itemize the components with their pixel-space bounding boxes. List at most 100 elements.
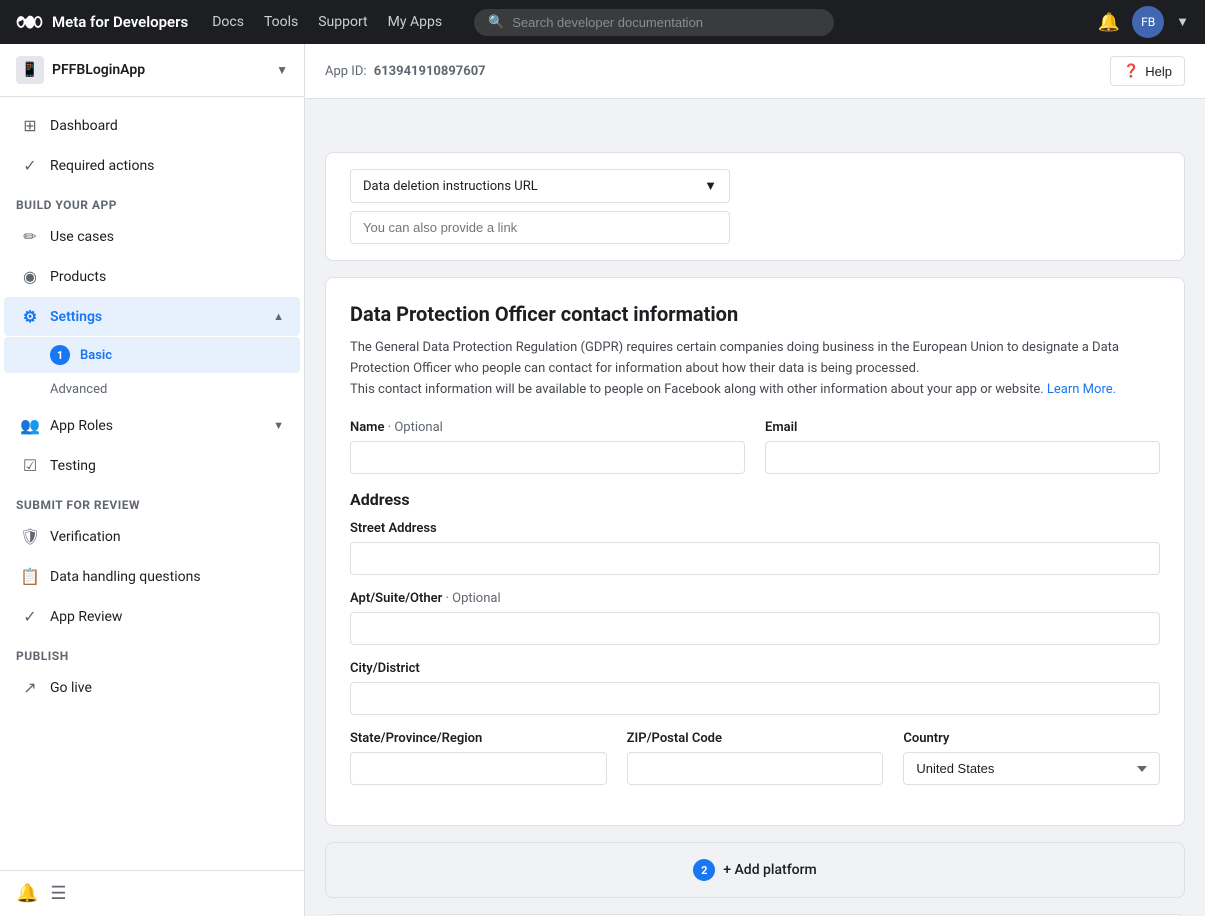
apt-row: Apt/Suite/Other · Optional bbox=[350, 591, 1160, 645]
sidebar-item-label: Data handling questions bbox=[50, 569, 201, 585]
zip-label: ZIP/Postal Code bbox=[627, 731, 884, 746]
state-zip-country-row: State/Province/Region ZIP/Postal Code Co… bbox=[350, 731, 1160, 785]
sidebar-subitem-label: Advanced bbox=[50, 382, 107, 397]
sidebar-item-label: Use cases bbox=[50, 229, 114, 245]
sidebar-item-dashboard[interactable]: ⊞ Dashboard bbox=[4, 106, 300, 145]
country-group: Country United States Canada United King… bbox=[903, 731, 1160, 785]
search-icon: 🔍 bbox=[488, 15, 504, 30]
sidebar-item-app-review[interactable]: ✓ App Review bbox=[4, 597, 300, 636]
pencil-icon: ✏ bbox=[20, 227, 40, 246]
city-label: City/District bbox=[350, 661, 1160, 676]
sidebar-item-app-roles[interactable]: 👥 App Roles ▼ bbox=[4, 406, 300, 445]
sidebar-nav: ⊞ Dashboard ✓ Required actions Build you… bbox=[0, 97, 304, 870]
sidebar-item-testing[interactable]: ☑ Testing bbox=[4, 446, 300, 485]
meta-logo-icon bbox=[16, 14, 44, 30]
chevron-down-icon: ▼ bbox=[273, 419, 284, 432]
email-group: Email bbox=[765, 420, 1160, 474]
sidebar-item-data-handling[interactable]: 📋 Data handling questions bbox=[4, 557, 300, 596]
app-icon: 📱 bbox=[16, 56, 44, 84]
sidebar-subitem-label: Basic bbox=[80, 348, 112, 363]
name-label: Name · Optional bbox=[350, 420, 745, 435]
section-build: Build your app bbox=[0, 186, 304, 216]
link-input[interactable] bbox=[350, 211, 730, 244]
nav-docs[interactable]: Docs bbox=[212, 14, 244, 30]
sidebar-item-label: Products bbox=[50, 269, 106, 285]
checkbox-icon: ☑ bbox=[20, 456, 40, 475]
add-platform-bar[interactable]: 2 + Add platform bbox=[325, 842, 1185, 898]
dpo-title: Data Protection Officer contact informat… bbox=[350, 302, 1160, 326]
nav-tools[interactable]: Tools bbox=[264, 14, 298, 30]
chevron-up-icon: ▲ bbox=[273, 310, 284, 323]
basic-badge: 1 bbox=[50, 345, 70, 365]
dpo-description: The General Data Protection Regulation (… bbox=[350, 338, 1160, 400]
apt-group: Apt/Suite/Other · Optional bbox=[350, 591, 1160, 645]
data-deletion-card: Data deletion instructions URL ▼ bbox=[325, 152, 1185, 261]
data-deletion-dropdown[interactable]: Data deletion instructions URL ▼ bbox=[350, 169, 730, 203]
learn-more-link[interactable]: Learn More. bbox=[1047, 382, 1116, 397]
state-group: State/Province/Region bbox=[350, 731, 607, 785]
clipboard-icon: 📋 bbox=[20, 567, 40, 586]
users-icon: 👥 bbox=[20, 416, 40, 435]
main-content: App ID: 613941910897607 ❓ Help Data dele… bbox=[305, 88, 1205, 916]
country-select[interactable]: United States Canada United Kingdom Aust… bbox=[903, 752, 1160, 785]
list-icon[interactable]: ☰ bbox=[50, 883, 66, 904]
sidebar-item-settings[interactable]: ⚙ Settings ▲ bbox=[4, 297, 300, 336]
app-selector[interactable]: 📱 PFFBLoginApp ▼ bbox=[0, 44, 304, 97]
sidebar-item-basic[interactable]: 1 Basic bbox=[4, 337, 300, 373]
name-input[interactable] bbox=[350, 441, 745, 474]
chevron-down-icon: ▼ bbox=[276, 63, 288, 77]
sidebar-bottom: 🔔 ☰ bbox=[0, 870, 304, 916]
arrow-up-right-icon: ↗ bbox=[20, 678, 40, 697]
sidebar-item-products[interactable]: ◉ Products bbox=[4, 257, 300, 296]
user-name[interactable]: ▼ bbox=[1176, 14, 1189, 30]
shield-icon: 🛡 bbox=[20, 527, 40, 546]
country-label: Country bbox=[903, 731, 1160, 746]
sidebar-item-advanced[interactable]: Advanced bbox=[4, 374, 300, 405]
nav-myapps[interactable]: My Apps bbox=[388, 14, 442, 30]
state-input[interactable] bbox=[350, 752, 607, 785]
sidebar-item-verification[interactable]: 🛡 Verification bbox=[4, 517, 300, 556]
zip-group: ZIP/Postal Code bbox=[627, 731, 884, 785]
sidebar-item-label: Required actions bbox=[50, 158, 154, 174]
state-label: State/Province/Region bbox=[350, 731, 607, 746]
email-label: Email bbox=[765, 420, 1160, 435]
zip-input[interactable] bbox=[627, 752, 884, 785]
logo: Meta for Developers bbox=[16, 13, 188, 31]
checkmark-icon: ✓ bbox=[20, 156, 40, 175]
apt-label: Apt/Suite/Other · Optional bbox=[350, 591, 1160, 606]
platform-badge: 2 bbox=[693, 859, 715, 881]
nav-support[interactable]: Support bbox=[318, 14, 367, 30]
sidebar: 📱 PFFBLoginApp ▼ ⊞ Dashboard ✓ Required … bbox=[0, 44, 305, 916]
avatar[interactable]: FB bbox=[1132, 6, 1164, 38]
address-title: Address bbox=[350, 490, 1160, 509]
sidebar-item-label: Testing bbox=[50, 458, 96, 474]
sidebar-item-required-actions[interactable]: ✓ Required actions bbox=[4, 146, 300, 185]
app-name: PFFBLoginApp bbox=[52, 62, 276, 78]
sidebar-item-go-live[interactable]: ↗ Go live bbox=[4, 668, 300, 707]
top-nav: Meta for Developers Docs Tools Support M… bbox=[0, 0, 1205, 44]
dpo-card: Data Protection Officer contact informat… bbox=[325, 277, 1185, 826]
nav-links: Docs Tools Support My Apps bbox=[212, 14, 442, 30]
name-group: Name · Optional bbox=[350, 420, 745, 474]
street-input[interactable] bbox=[350, 542, 1160, 575]
sidebar-item-label: Go live bbox=[50, 680, 92, 696]
city-input[interactable] bbox=[350, 682, 1160, 715]
sidebar-item-use-cases[interactable]: ✏ Use cases bbox=[4, 217, 300, 256]
layout: 📱 PFFBLoginApp ▼ ⊞ Dashboard ✓ Required … bbox=[0, 44, 1205, 916]
search-input[interactable] bbox=[512, 15, 820, 30]
link-field-wrapper bbox=[350, 211, 1160, 244]
dashboard-icon: ⊞ bbox=[20, 116, 40, 135]
bell-icon[interactable]: 🔔 bbox=[1098, 12, 1120, 33]
street-row: Street Address bbox=[350, 521, 1160, 575]
sidebar-item-label: App Review bbox=[50, 609, 122, 625]
notification-bell-icon[interactable]: 🔔 bbox=[16, 883, 38, 904]
app-id-bar: App ID: 613941910897607 ❓ Help bbox=[305, 88, 1205, 99]
apt-input[interactable] bbox=[350, 612, 1160, 645]
add-platform-label: + Add platform bbox=[723, 862, 816, 878]
sidebar-item-label: Dashboard bbox=[50, 118, 118, 134]
search-box[interactable]: 🔍 bbox=[474, 9, 834, 36]
name-email-row: Name · Optional Email bbox=[350, 420, 1160, 474]
sidebar-item-label: Verification bbox=[50, 529, 121, 545]
section-publish: Publish bbox=[0, 637, 304, 667]
email-input[interactable] bbox=[765, 441, 1160, 474]
